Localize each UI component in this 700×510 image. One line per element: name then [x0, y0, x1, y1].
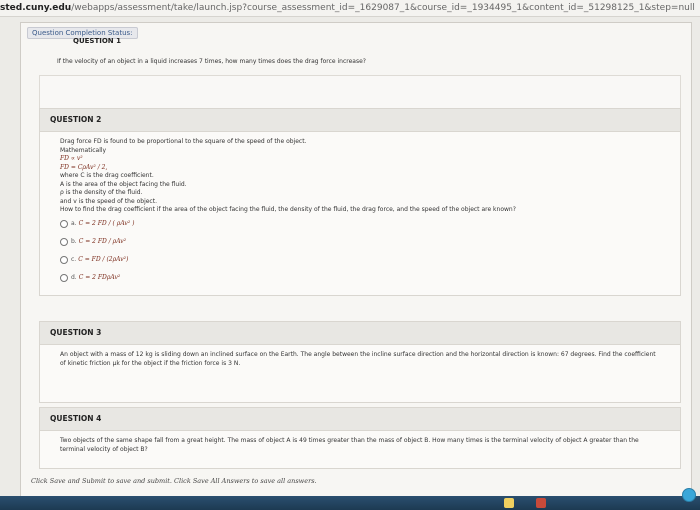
question-2-title: QUESTION 2: [40, 109, 680, 132]
question-4-text: Two objects of the same shape fall from …: [60, 437, 639, 444]
radio-button[interactable]: [60, 274, 68, 282]
question-3-text: An object with a mass of 12 kg is slidin…: [60, 351, 656, 358]
answer-option-c[interactable]: c. C = FD / (2ρAv²): [60, 252, 680, 269]
question-2-line: ρ is the density of the fluid.: [60, 189, 143, 196]
option-formula: C = 2 FDρAv²: [78, 273, 121, 281]
question-3-title: QUESTION 3: [40, 322, 680, 345]
question-2-line: Mathematically: [60, 146, 107, 154]
save-instructions: Click Save and Submit to save and submit…: [31, 477, 317, 485]
radio-button[interactable]: [60, 220, 68, 228]
option-letter: b.: [71, 237, 77, 245]
app-icon[interactable]: [536, 498, 546, 508]
option-formula: C = 2 FD / ( ρAv² ): [78, 219, 135, 227]
question-2-line: and v is the speed of the object.: [60, 197, 157, 205]
question-2-line: where C is the drag coefficient.: [60, 172, 154, 179]
help-button[interactable]: [682, 488, 696, 502]
question-1-text: If the velocity of an object in a liquid…: [57, 58, 366, 65]
question-3-text: of kinetic friction μk for the object if…: [60, 359, 241, 367]
question-1-heading: QUESTION 1: [73, 37, 121, 45]
answer-option-b[interactable]: b. C = 2 FD / ρAv²: [60, 234, 680, 251]
assessment-frame: Question Completion Status: QUESTION 1 I…: [20, 22, 692, 502]
question-4-title: QUESTION 4: [40, 408, 680, 431]
question-2-block: QUESTION 2 Drag force FD is found to be …: [39, 108, 681, 296]
option-formula: C = 2 FD / ρAv²: [78, 237, 127, 245]
question-3-block: QUESTION 3 An object with a mass of 12 k…: [39, 321, 681, 403]
url-path: /webapps/assessment/take/launch.jsp?cour…: [71, 3, 695, 13]
question-4-block: QUESTION 4 Two objects of the same shape…: [39, 407, 681, 469]
question-2-line: Drag force FD is found to be proportiona…: [60, 138, 307, 145]
option-letter: d.: [71, 273, 77, 281]
radio-button[interactable]: [60, 256, 68, 264]
option-letter: a.: [71, 219, 77, 227]
answer-option-a[interactable]: a. C = 2 FD / ( ρAv² ): [60, 216, 680, 233]
folder-icon[interactable]: [504, 498, 514, 508]
address-bar[interactable]: sted.cuny.edu/webapps/assessment/take/la…: [0, 0, 700, 17]
url-host: sted.cuny.edu: [0, 3, 72, 13]
answer-option-d[interactable]: d. C = 2 FDρAv²: [60, 270, 680, 287]
question-2-equation: FD ∝ v²: [60, 155, 83, 162]
question-4-text: terminal velocity of object B?: [60, 445, 148, 453]
taskbar: [0, 496, 700, 510]
radio-button[interactable]: [60, 238, 68, 246]
question-2-equation: FD = CρAv² / 2,: [60, 163, 108, 171]
question-2-line: How to find the drag coefficient if the …: [60, 206, 516, 213]
option-formula: C = FD / (2ρAv²): [78, 255, 129, 263]
question-2-line: A is the area of the object facing the f…: [60, 180, 187, 188]
option-letter: c.: [71, 255, 77, 263]
